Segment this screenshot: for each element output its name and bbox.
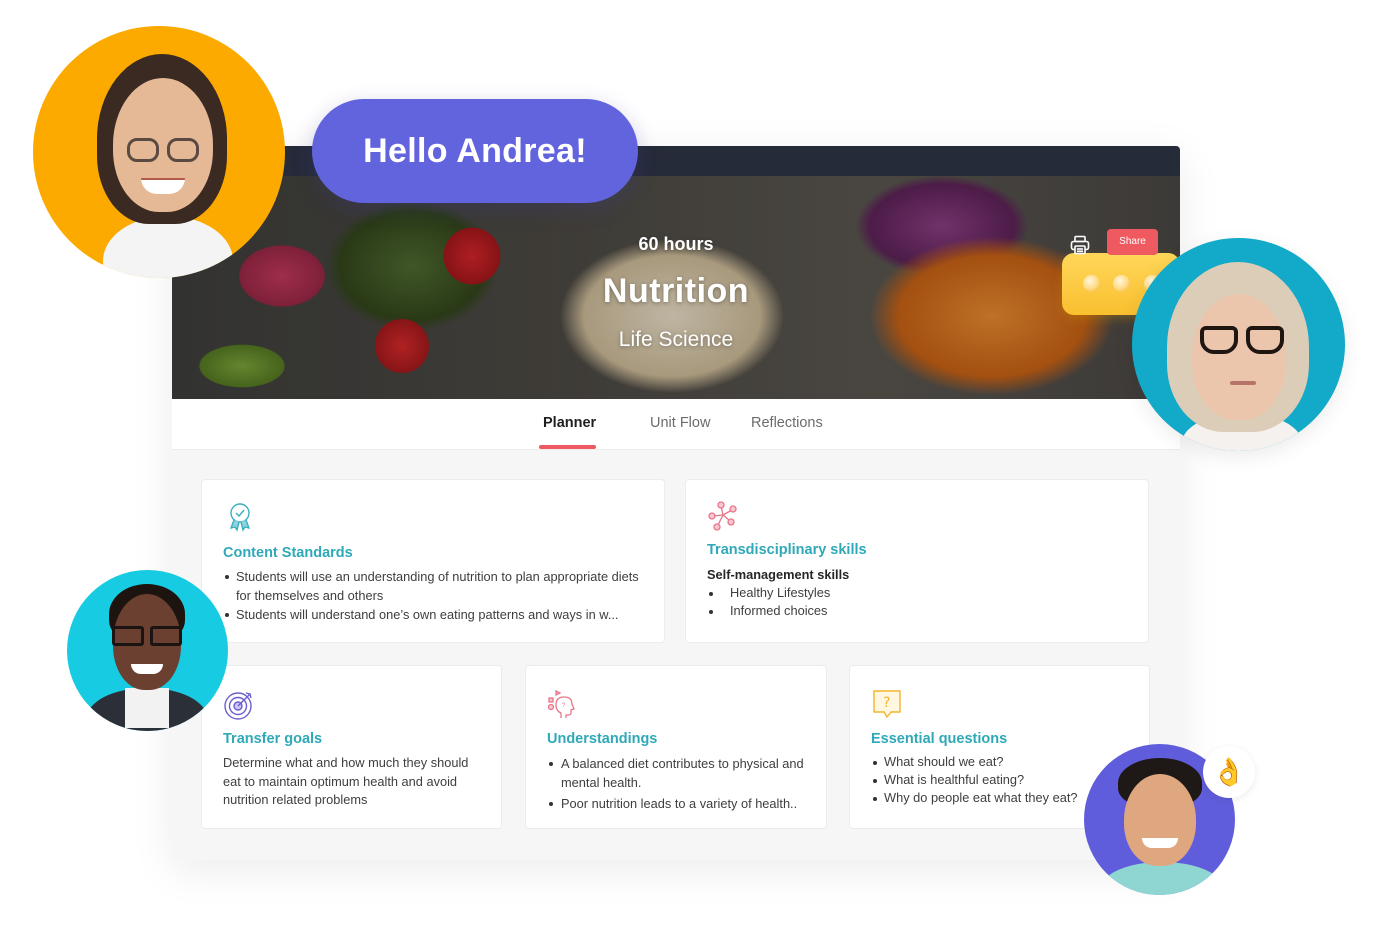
unit-planner-window: 60 hours Nutrition Life Science Share Pl… bbox=[172, 146, 1180, 860]
svg-text:?: ? bbox=[562, 703, 566, 709]
understandings-card[interactable]: ? Understandings A balanced diet contrib… bbox=[525, 665, 827, 829]
list-item: Students will use an understanding of nu… bbox=[223, 567, 646, 605]
content-standards-list: Students will use an understanding of nu… bbox=[223, 567, 646, 624]
unit-subject: Life Science bbox=[618, 328, 734, 351]
transfer-goals-card[interactable]: Transfer goals Determine what and how mu… bbox=[201, 665, 502, 829]
avatar-student-left bbox=[67, 570, 228, 731]
list-item: Informed choices bbox=[707, 602, 1130, 620]
skills-subtitle: Self-management skills bbox=[707, 567, 850, 582]
understandings-list: A balanced diet contributes to physical … bbox=[547, 754, 808, 813]
card-title: Transfer goals bbox=[223, 731, 323, 747]
transfer-goals-text: Determine what and how much they should … bbox=[223, 755, 469, 807]
tab-reflections[interactable]: Reflections bbox=[751, 415, 823, 431]
svg-text:?: ? bbox=[883, 695, 890, 711]
award-ribbon-icon bbox=[223, 500, 257, 534]
transdisciplinary-skills-card[interactable]: Transdisciplinary skills Self-management… bbox=[685, 479, 1149, 643]
list-item: Poor nutrition leads to a variety of hea… bbox=[547, 794, 808, 813]
card-title: Transdisciplinary skills bbox=[707, 542, 867, 558]
tab-bar: Planner Unit Flow Reflections bbox=[172, 399, 1180, 450]
list-item: Students will understand one’s own eatin… bbox=[223, 605, 646, 624]
share-button[interactable]: Share bbox=[1107, 229, 1158, 255]
card-title: Understandings bbox=[547, 731, 658, 747]
thinking-head-icon: ? bbox=[547, 688, 581, 722]
list-item: What should we eat? bbox=[871, 753, 1131, 771]
target-icon bbox=[223, 688, 257, 722]
unit-hours: 60 hours bbox=[638, 234, 714, 254]
skills-list: Healthy Lifestyles Informed choices bbox=[707, 584, 1130, 620]
unit-title: Nutrition bbox=[602, 272, 750, 310]
tab-planner[interactable]: Planner bbox=[543, 415, 596, 431]
card-title: Essential questions bbox=[871, 731, 1008, 747]
tab-unit-flow[interactable]: Unit Flow bbox=[650, 415, 710, 431]
active-tab-indicator bbox=[539, 445, 596, 449]
unit-hero-banner: 60 hours Nutrition Life Science Share bbox=[172, 176, 1180, 399]
question-bubble-icon: ? bbox=[871, 688, 905, 722]
list-item: A balanced diet contributes to physical … bbox=[547, 754, 808, 792]
card-title: Content Standards bbox=[223, 545, 353, 561]
network-nodes-icon bbox=[707, 500, 741, 534]
greeting-bubble: Hello Andrea! bbox=[312, 99, 638, 203]
ok-hand-reaction-icon: 👌 bbox=[1203, 746, 1255, 798]
printer-icon[interactable] bbox=[1069, 234, 1091, 256]
list-item: Healthy Lifestyles bbox=[707, 584, 1130, 602]
content-standards-card[interactable]: Content Standards Students will use an u… bbox=[201, 479, 665, 643]
